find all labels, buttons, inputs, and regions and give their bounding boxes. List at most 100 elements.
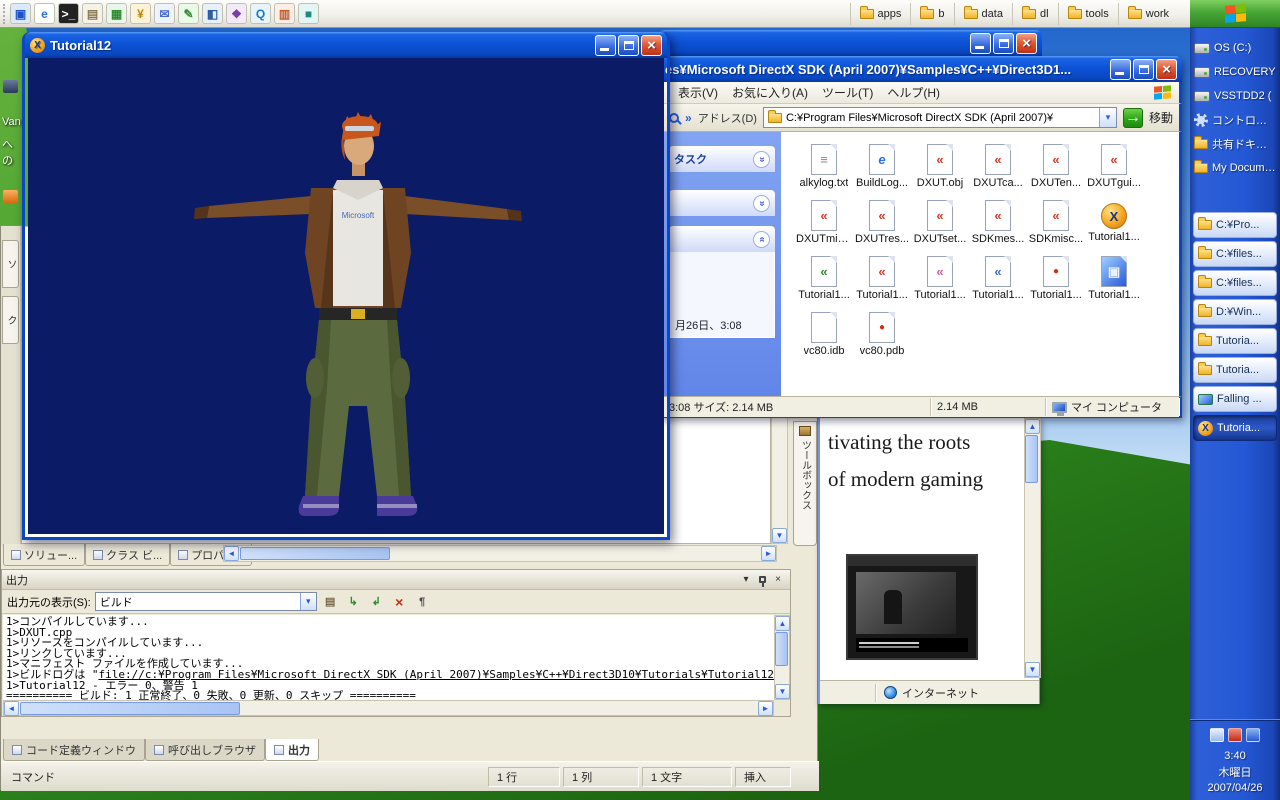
- ie-icon[interactable]: e: [34, 3, 55, 24]
- scroll-down-arrow[interactable]: ▼: [775, 684, 790, 699]
- window-position-button[interactable]: ▾: [738, 572, 754, 587]
- file-item[interactable]: XTutorial1...: [1085, 200, 1143, 256]
- tray-network-icon[interactable]: [1246, 728, 1260, 742]
- taskbar-window-button[interactable]: Tutoria...: [1193, 357, 1277, 383]
- scrollbar-thumb[interactable]: [1025, 435, 1038, 483]
- spreadsheet-icon[interactable]: ▦: [106, 3, 127, 24]
- taskbar-window-button[interactable]: Tutoria...: [1193, 328, 1277, 354]
- finance-icon[interactable]: ¥: [130, 3, 151, 24]
- toolbar-folder-shortcut[interactable]: data: [954, 3, 1012, 25]
- book-icon[interactable]: ▥: [274, 3, 295, 24]
- menu-item[interactable]: ヘルプ(H): [880, 83, 947, 102]
- close-button[interactable]: [1156, 59, 1177, 80]
- file-item[interactable]: «SDKmes...: [969, 200, 1027, 256]
- tray-window-icon[interactable]: [1210, 728, 1224, 742]
- file-item[interactable]: «DXUTca...: [969, 144, 1027, 200]
- close-panel-button[interactable]: ×: [770, 572, 786, 587]
- maximize-button[interactable]: [993, 33, 1014, 54]
- tray-alert-icon[interactable]: [1228, 728, 1242, 742]
- close-button[interactable]: [641, 35, 662, 56]
- taskbar-window-button[interactable]: C:¥files...: [1193, 270, 1277, 296]
- file-item[interactable]: «DXUTen...: [1027, 144, 1085, 200]
- minimize-button[interactable]: [595, 35, 616, 56]
- taskbar-window-button[interactable]: C:¥Pro...: [1193, 212, 1277, 238]
- chart-icon[interactable]: ◧: [202, 3, 223, 24]
- file-item[interactable]: «Tutorial1...: [969, 256, 1027, 312]
- clock-weekday[interactable]: 木曜日: [1219, 764, 1252, 780]
- taskbar-desktop-item[interactable]: OS (C:): [1194, 36, 1276, 60]
- scrollbar-thumb[interactable]: [775, 632, 788, 666]
- vs-bottom-tab[interactable]: 出力: [265, 739, 319, 761]
- taskbar-desktop-item[interactable]: RECOVERY: [1194, 60, 1276, 84]
- menu-item[interactable]: 表示(V): [671, 83, 725, 102]
- taskbar-window-button[interactable]: D:¥Win...: [1193, 299, 1277, 325]
- cmd-icon[interactable]: >_: [58, 3, 79, 24]
- journal-icon[interactable]: ▤: [82, 3, 103, 24]
- vs-side-tab-classview[interactable]: ク: [2, 296, 19, 344]
- word-wrap-button[interactable]: [413, 592, 432, 611]
- mail-icon[interactable]: ✉: [154, 3, 175, 24]
- scroll-right-arrow[interactable]: ►: [761, 546, 776, 561]
- toolbar-folder-shortcut[interactable]: dl: [1012, 3, 1058, 25]
- open-log-button[interactable]: [321, 592, 340, 611]
- toolbar-folder-shortcut[interactable]: apps: [850, 3, 911, 25]
- auto-hide-pin-button[interactable]: [754, 572, 770, 587]
- desktop-shortcut-icon[interactable]: [3, 80, 18, 93]
- search-icon[interactable]: [669, 113, 679, 123]
- taskbar-desktop-item[interactable]: コントロール パ: [1194, 108, 1276, 132]
- toolbar-grip[interactable]: [3, 4, 7, 24]
- file-item[interactable]: «Tutorial1...: [795, 256, 853, 312]
- explorer-titlebar[interactable]: es¥Microsoft DirectX SDK (April 2007)¥Sa…: [660, 56, 1182, 82]
- clock-date[interactable]: 2007/04/26: [1207, 782, 1262, 794]
- maximize-button[interactable]: [618, 35, 639, 56]
- minimize-button[interactable]: [970, 33, 991, 54]
- vs-toolbox-tab[interactable]: ツールボックス: [793, 421, 817, 546]
- file-item[interactable]: ●Tutorial1...: [1027, 256, 1085, 312]
- toolbar-folder-shortcut[interactable]: work: [1118, 3, 1178, 25]
- render-viewport[interactable]: Microsoft: [28, 58, 664, 534]
- clock-time[interactable]: 3:40: [1224, 750, 1245, 762]
- collapse-chevron-icon[interactable]: [753, 195, 770, 212]
- scroll-right-arrow[interactable]: ►: [758, 701, 773, 716]
- background-window-titlebar[interactable]: [658, 30, 1042, 56]
- file-item[interactable]: «DXUTmis...: [795, 200, 853, 256]
- vs-bottom-tab[interactable]: コード定義ウィンドウ: [3, 739, 145, 761]
- maximize-button[interactable]: [1133, 59, 1154, 80]
- scroll-up-arrow[interactable]: ▲: [775, 616, 790, 631]
- task-pane-section-header[interactable]: [669, 226, 775, 252]
- go-button[interactable]: [1123, 108, 1143, 128]
- output-horizontal-scrollbar[interactable]: ◄ ►: [3, 700, 774, 716]
- toolbar-folder-shortcut[interactable]: b: [910, 3, 953, 25]
- taskbar-window-button[interactable]: C:¥files...: [1193, 241, 1277, 267]
- vs-pane-tab[interactable]: クラス ビ...: [85, 544, 170, 566]
- scroll-left-arrow[interactable]: ◄: [4, 701, 19, 716]
- file-item[interactable]: «DXUTres...: [853, 200, 911, 256]
- task-pane-section-header[interactable]: タスク: [669, 146, 775, 172]
- build-output-log[interactable]: 1>コンパイルしています...1>DXUT.cpp1>リソースをコンパイルしてい…: [3, 615, 774, 700]
- scrollbar-thumb[interactable]: [240, 547, 390, 560]
- output-vertical-scrollbar[interactable]: ▲ ▼: [774, 615, 790, 700]
- dropdown-arrow-icon[interactable]: [300, 593, 316, 610]
- vs-pane-tab[interactable]: ソリュー...: [3, 544, 85, 566]
- vs-side-tab-solution[interactable]: ソ: [2, 240, 19, 288]
- file-item[interactable]: «DXUT.obj: [911, 144, 969, 200]
- close-button[interactable]: [1016, 33, 1037, 54]
- taskbar-desktop-item[interactable]: My Documen: [1194, 156, 1276, 180]
- menu-item[interactable]: ツール(T): [815, 83, 880, 102]
- taskbar-desktop-item[interactable]: 共有ドキュメン: [1194, 132, 1276, 156]
- taskbar-window-button[interactable]: Tutoria...: [1193, 415, 1277, 441]
- scroll-left-arrow[interactable]: ◄: [224, 546, 239, 561]
- vs-bottom-tab[interactable]: 呼び出しブラウザ: [145, 739, 265, 761]
- file-item[interactable]: «Tutorial1...: [853, 256, 911, 312]
- minimize-button[interactable]: [1110, 59, 1131, 80]
- office-icon[interactable]: ■: [298, 3, 319, 24]
- taskbar-desktop-item[interactable]: VSSTDD2 (: [1194, 84, 1276, 108]
- file-item[interactable]: ●vc80.pdb: [853, 312, 911, 368]
- file-item[interactable]: vc80.idb: [795, 312, 853, 368]
- build-log-link[interactable]: file://c:¥Program Files¥Microsoft Direct…: [99, 668, 775, 681]
- tutorial12-titlebar[interactable]: Tutorial12: [25, 32, 667, 58]
- collapse-chevron-icon[interactable]: [753, 151, 770, 168]
- app-window-icon[interactable]: ❖: [226, 3, 247, 24]
- scroll-down-arrow[interactable]: ▼: [1025, 662, 1040, 677]
- file-item[interactable]: «SDKmisc...: [1027, 200, 1085, 256]
